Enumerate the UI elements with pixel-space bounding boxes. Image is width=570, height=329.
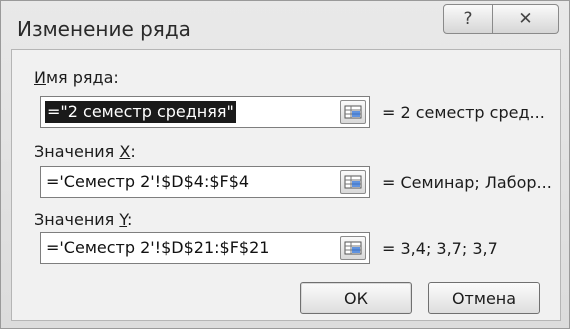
dialog-title: Изменение ряда: [17, 17, 191, 41]
x-values-label-accesskey: X: [119, 142, 131, 161]
edit-series-dialog: Изменение ряда ? ✕ Имя ряда: ="2 семестр…: [0, 0, 570, 329]
x-values-value: ='Семестр 2'!$D$4:$F$4: [46, 172, 250, 191]
y-values-label-accesskey: Y: [119, 210, 128, 229]
title-bar: Изменение ряда ? ✕: [1, 1, 569, 51]
y-values-preview: = 3,4; 3,7; 3,7: [382, 239, 498, 258]
window-controls: ? ✕: [443, 4, 559, 34]
series-name-label-text: мя ряда:: [45, 68, 119, 87]
y-values-label-end: :: [127, 210, 133, 229]
close-button[interactable]: ✕: [493, 4, 559, 34]
x-values-label: Значения X:: [34, 142, 136, 161]
series-name-field[interactable]: ="2 семестр средняя": [40, 96, 370, 128]
series-name-range-button[interactable]: [340, 100, 366, 124]
x-values-label-start: Значения: [34, 142, 120, 161]
x-values-field[interactable]: ='Семестр 2'!$D$4:$F$4: [40, 166, 370, 198]
dialog-body: Имя ряда: ="2 семестр средняя" = 2 семес…: [11, 49, 561, 321]
series-name-preview: = 2 семестр сред...: [382, 103, 545, 122]
x-values-preview: = Семинар; Лабор...: [382, 173, 552, 192]
ok-button[interactable]: ОК: [300, 282, 412, 314]
close-icon: ✕: [518, 9, 533, 29]
series-name-value: ="2 семестр средняя": [45, 101, 236, 123]
y-values-range-button[interactable]: [340, 236, 366, 260]
collapse-dialog-icon: [344, 105, 362, 119]
y-values-label: Значения Y:: [34, 210, 132, 229]
series-name-label-accesskey: И: [34, 68, 46, 87]
y-values-value: ='Семестр 2'!$D$21:$F$21: [46, 238, 270, 257]
series-name-label: Имя ряда:: [34, 68, 119, 87]
y-values-label-start: Значения: [34, 210, 120, 229]
help-icon: ?: [463, 9, 473, 29]
help-button[interactable]: ?: [443, 4, 493, 34]
y-values-field[interactable]: ='Семестр 2'!$D$21:$F$21: [40, 232, 370, 264]
collapse-dialog-icon: [344, 175, 362, 189]
collapse-dialog-icon: [344, 241, 362, 255]
x-values-range-button[interactable]: [340, 170, 366, 194]
cancel-button[interactable]: Отмена: [428, 282, 540, 314]
x-values-label-end: :: [130, 142, 136, 161]
